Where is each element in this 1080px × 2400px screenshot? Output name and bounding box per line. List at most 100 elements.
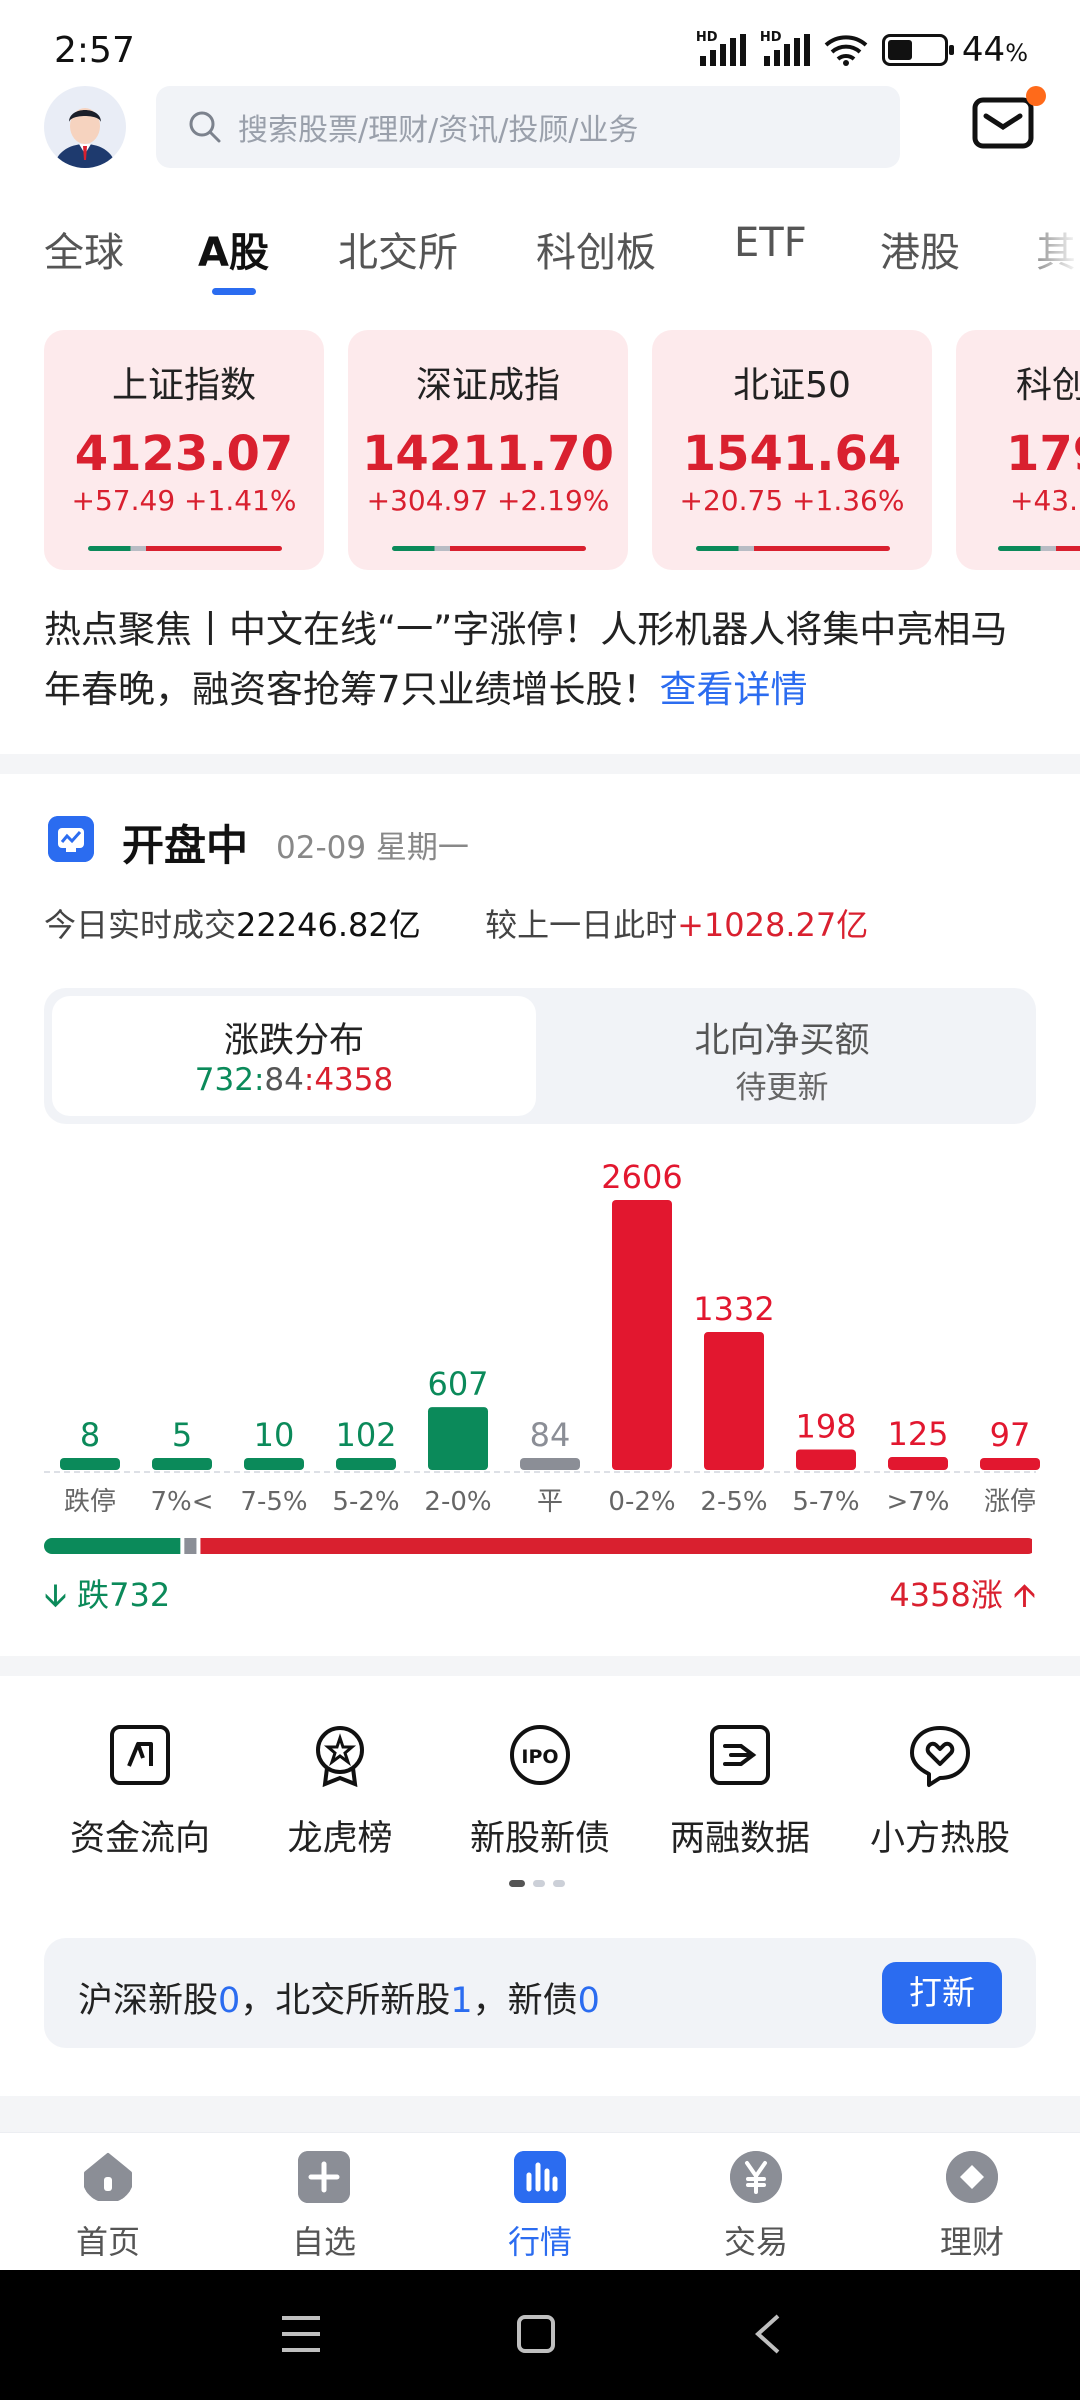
category-label: 平 xyxy=(537,1487,563,1517)
turnover-value: 22246.82亿 xyxy=(236,906,421,944)
tab-star-market[interactable]: 科创板 xyxy=(536,220,656,278)
section-divider xyxy=(0,2096,1080,2132)
up-down-ratio: 732:84:4358 xyxy=(194,1062,394,1098)
shortcut-hot-stocks[interactable]: 小方热股 xyxy=(840,1722,1040,1862)
bar-value-label: 84 xyxy=(530,1416,571,1454)
index-card-star50[interactable]: 科创 179 +43.12 xyxy=(956,330,1080,570)
nav-watchlist[interactable]: 自选 xyxy=(216,2151,432,2271)
search-input[interactable]: 搜索股票/理财/资讯/投顾/业务 xyxy=(156,86,900,168)
nav-home[interactable]: 首页 xyxy=(0,2151,216,2271)
hot-news[interactable]: 热点聚焦丨中文在线“一”字涨停！人形机器人将集中亮相马年春晚，融资客抢筹7只业绩… xyxy=(44,600,1044,720)
up-count: 4358涨 🡩 xyxy=(889,1576,1036,1614)
tab-global[interactable]: 全球 xyxy=(44,220,124,278)
distribution-toggle: 涨跌分布 732:84:4358 北向净买额 待更新 xyxy=(44,988,1036,1124)
notification-dot xyxy=(1026,86,1046,106)
category-label: 5-7% xyxy=(792,1487,859,1517)
back-icon[interactable] xyxy=(752,2312,782,2356)
category-label: 2-0% xyxy=(424,1487,491,1517)
nav-trade[interactable]: 交易 xyxy=(648,2151,864,2271)
index-card-bse50[interactable]: 北证50 1541.64 +20.75 +1.36% xyxy=(652,330,932,570)
index-change: +43.12 xyxy=(1010,484,1080,517)
news-text: 热点聚焦丨中文在线“一”字涨停！人形机器人将集中亮相马年春晚，融资客抢筹7只业绩… xyxy=(44,608,1008,711)
bar-10 xyxy=(980,1458,1040,1470)
category-label: 7-5% xyxy=(240,1487,307,1517)
nav-market[interactable]: 行情 xyxy=(432,2151,648,2271)
bar-value-label: 1332 xyxy=(693,1290,774,1328)
bar-5 xyxy=(520,1458,580,1470)
index-value: 4123.07 xyxy=(74,426,294,482)
distribution-chart: 8 跌停 5 7%< 10 7-5% 102 5-2% 607 2-0% 84 平 2606 0-2% 13… xyxy=(44,1158,1040,1517)
bottom-nav: 首页 自选 行情 交易 理财 xyxy=(0,2132,1080,2270)
bar-value-label: 5 xyxy=(172,1416,192,1454)
system-nav-bar xyxy=(0,2270,1080,2400)
subscribe-ipo-button[interactable]: 打新 xyxy=(882,1962,1002,2024)
tab-etf[interactable]: ETF xyxy=(734,220,807,266)
market-status: 开盘中 xyxy=(122,821,249,870)
tab-northbound-net-buy[interactable]: 北向净买额 待更新 xyxy=(536,996,1028,1116)
shortcut-margin-data[interactable]: 两融数据 xyxy=(640,1722,840,1862)
status-bar: 2:57 HD HD 44% xyxy=(0,0,1080,80)
bar-7 xyxy=(704,1331,764,1470)
arrow-down-icon: 🡫 xyxy=(44,1576,67,1614)
index-name: 北证50 xyxy=(733,365,851,406)
dragon-tiger-icon xyxy=(316,1726,364,1788)
category-label: >7% xyxy=(886,1487,949,1517)
bar-value-label: 125 xyxy=(887,1415,948,1453)
ipo-icon: IPO xyxy=(510,1725,570,1785)
search-icon xyxy=(189,111,221,143)
index-breadth-bar xyxy=(696,546,890,551)
index-breadth-bar xyxy=(88,546,282,551)
index-breadth-bar xyxy=(392,546,586,551)
avatar[interactable] xyxy=(44,86,126,168)
index-name: 深证成指 xyxy=(415,365,560,406)
bar-4 xyxy=(428,1407,488,1470)
tab-bse[interactable]: 北交所 xyxy=(338,220,458,278)
bar-value-label: 607 xyxy=(427,1365,488,1403)
tab-hk[interactable]: 港股 xyxy=(880,220,960,278)
index-change: +304.97 +2.19% xyxy=(366,484,610,517)
bar-value-label: 2606 xyxy=(601,1158,682,1196)
diamond-icon xyxy=(946,2151,998,2203)
index-value: 14211.70 xyxy=(361,426,615,482)
section-divider xyxy=(0,754,1080,774)
index-breadth-bar xyxy=(998,546,1080,551)
index-card-shenzhen[interactable]: 深证成指 14211.70 +304.97 +2.19% xyxy=(348,330,628,570)
turnover-compare-value: +1028.27亿 xyxy=(677,906,869,944)
index-card-shanghai[interactable]: 上证指数 4123.07 +57.49 +1.41% xyxy=(44,330,324,570)
wifi-icon xyxy=(824,35,868,66)
shortcut-dragon-tiger[interactable]: 龙虎榜 xyxy=(240,1722,440,1862)
user-avatar-icon xyxy=(55,108,115,168)
cell-signal-icon-2: HD xyxy=(760,30,810,66)
tab-a-shares[interactable]: A股 xyxy=(198,220,269,278)
bar-value-label: 10 xyxy=(254,1416,295,1454)
yen-icon xyxy=(730,2151,782,2203)
bar-value-label: 97 xyxy=(990,1416,1031,1454)
tab-fade xyxy=(1010,210,1080,290)
status-time: 2:57 xyxy=(54,30,135,71)
bar-8 xyxy=(796,1449,856,1470)
market-chart-icon xyxy=(514,2151,566,2203)
menu-icon[interactable] xyxy=(280,2314,322,2354)
tab-up-down-distribution[interactable]: 涨跌分布 732:84:4358 xyxy=(52,996,536,1116)
shortcut-page-indicator xyxy=(509,1880,565,1887)
market-status-icon xyxy=(48,816,94,862)
hot-stock-icon xyxy=(910,1726,970,1787)
shortcut-ipo[interactable]: IPO 新股新债 xyxy=(440,1722,640,1862)
status-icons: HD HD 44% xyxy=(696,30,1028,70)
index-value: 1541.64 xyxy=(682,426,902,482)
bar-0 xyxy=(60,1458,120,1470)
nav-wealth[interactable]: 理财 xyxy=(864,2151,1080,2271)
bar-6 xyxy=(612,1200,672,1470)
category-label: 涨停 xyxy=(984,1487,1036,1517)
mail-icon[interactable] xyxy=(972,96,1034,150)
home-icon xyxy=(84,2153,132,2201)
category-label: 2-5% xyxy=(700,1487,767,1517)
bar-2 xyxy=(244,1458,304,1470)
ipo-summary-bar[interactable]: 沪深新股0，北交所新股1，新债0 打新 xyxy=(44,1938,1036,2048)
home-button-icon[interactable] xyxy=(516,2314,556,2354)
index-change: +57.49 +1.41% xyxy=(71,484,297,517)
index-name: 上证指数 xyxy=(111,365,256,406)
shortcut-fund-flow[interactable]: 资金流向 xyxy=(40,1722,240,1862)
index-value: 179 xyxy=(1006,426,1080,482)
news-detail-link[interactable]: 查看详情 xyxy=(660,668,808,711)
